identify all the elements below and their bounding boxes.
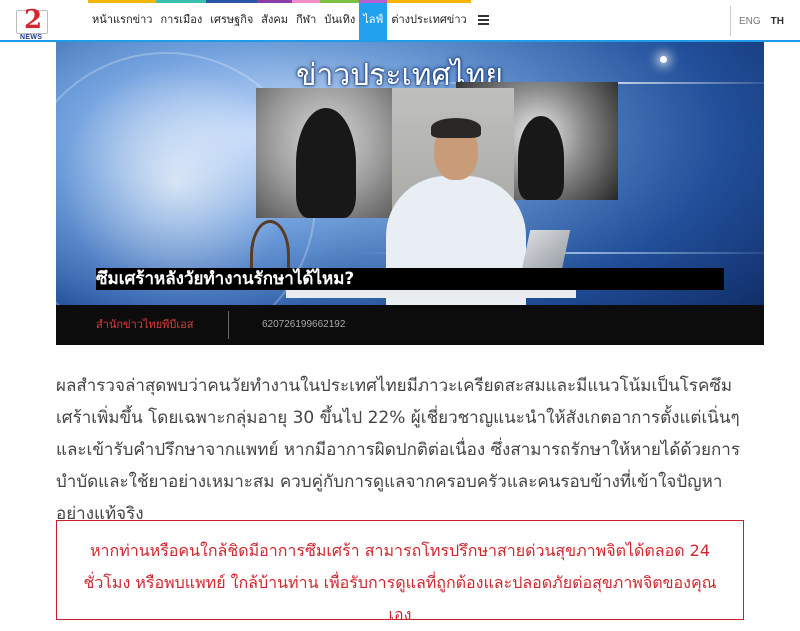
nav-item-label: ต่างประเทศข่าว	[391, 13, 467, 26]
site-logo[interactable]: 2 NEWS	[16, 5, 50, 41]
top-navigation-bar: 2 NEWS หน้าแรกข่าว การเมือง เศรษฐกิจ สัง…	[0, 0, 800, 42]
meta-divider	[228, 311, 229, 339]
hero-image[interactable]: ข่าวประเทศไทย ซึมเศร้าหลังวัยทำงานรักษาไ…	[56, 42, 764, 345]
nav-item-sport[interactable]: กีฬา	[292, 0, 321, 40]
nav-accent-bar	[320, 0, 360, 3]
article-id: 620726199662192	[262, 319, 346, 330]
nav-item-life[interactable]: ไลฟ์	[359, 0, 388, 40]
lang-eng-link[interactable]: ENG	[739, 16, 761, 27]
article-source-link[interactable]: สำนักข่าวไทยพีบีเอส	[96, 305, 194, 345]
nav-accent-bar	[257, 0, 292, 3]
language-switcher: ENG TH	[729, 6, 784, 36]
nav-item-society[interactable]: สังคม	[257, 0, 292, 40]
nav-item-label: หน้าแรกข่าว	[92, 13, 153, 26]
nav-accent-bar	[387, 0, 471, 3]
nav-accent-bar	[156, 0, 207, 3]
nav-item-label: เศรษฐกิจ	[210, 13, 254, 26]
article-meta-bar: สำนักข่าวไทยพีบีเอส 620726199662192	[56, 305, 764, 345]
logo-wordmark: NEWS	[20, 34, 43, 41]
logo-number: 2	[24, 5, 43, 35]
nav-item-label: การเมือง	[160, 13, 203, 26]
nav-accent-bar	[88, 0, 157, 3]
sad-person-photo	[256, 88, 396, 218]
article-title: ซึมเศร้าหลังวัยทำงานรักษาได้ไหม?	[96, 268, 724, 290]
article-body: ผลสำรวจล่าสุดพบว่าคนวัยทำงานในประเทศไทยม…	[56, 370, 756, 530]
nav-item-world[interactable]: ต่างประเทศข่าว	[387, 0, 471, 40]
nav-item-entertainment[interactable]: บันเทิง	[320, 0, 360, 40]
article-paragraph: ผลสำรวจล่าสุดพบว่าคนวัยทำงานในประเทศไทยม…	[56, 376, 740, 524]
nav-accent-bar	[359, 0, 388, 3]
nav-item-label: บันเทิง	[324, 13, 356, 26]
sparkle-icon	[660, 56, 667, 63]
laptop-icon	[521, 230, 571, 270]
lang-th-link[interactable]: TH	[771, 16, 784, 27]
nav-item-label: สังคม	[261, 13, 288, 26]
nav-item-economy[interactable]: เศรษฐกิจ	[206, 0, 258, 40]
highlight-note-box: หากท่านหรือคนใกล้ชิดมีอาการซึมเศร้า สามา…	[56, 520, 744, 624]
doctor-hair	[431, 118, 481, 138]
nav-accent-bar	[206, 0, 258, 3]
hamburger-icon[interactable]	[473, 0, 495, 40]
nav-item-politics[interactable]: การเมือง	[156, 0, 207, 40]
nav-item-home[interactable]: หน้าแรกข่าว	[88, 0, 157, 40]
main-menu: หน้าแรกข่าว การเมือง เศรษฐกิจ สังคม กีฬา…	[88, 0, 495, 40]
nav-accent-bar	[292, 0, 321, 3]
nav-item-label: กีฬา	[296, 13, 317, 26]
nav-item-label: ไลฟ์	[363, 13, 384, 26]
note-text: หากท่านหรือคนใกล้ชิดมีอาการซึมเศร้า สามา…	[83, 541, 717, 624]
